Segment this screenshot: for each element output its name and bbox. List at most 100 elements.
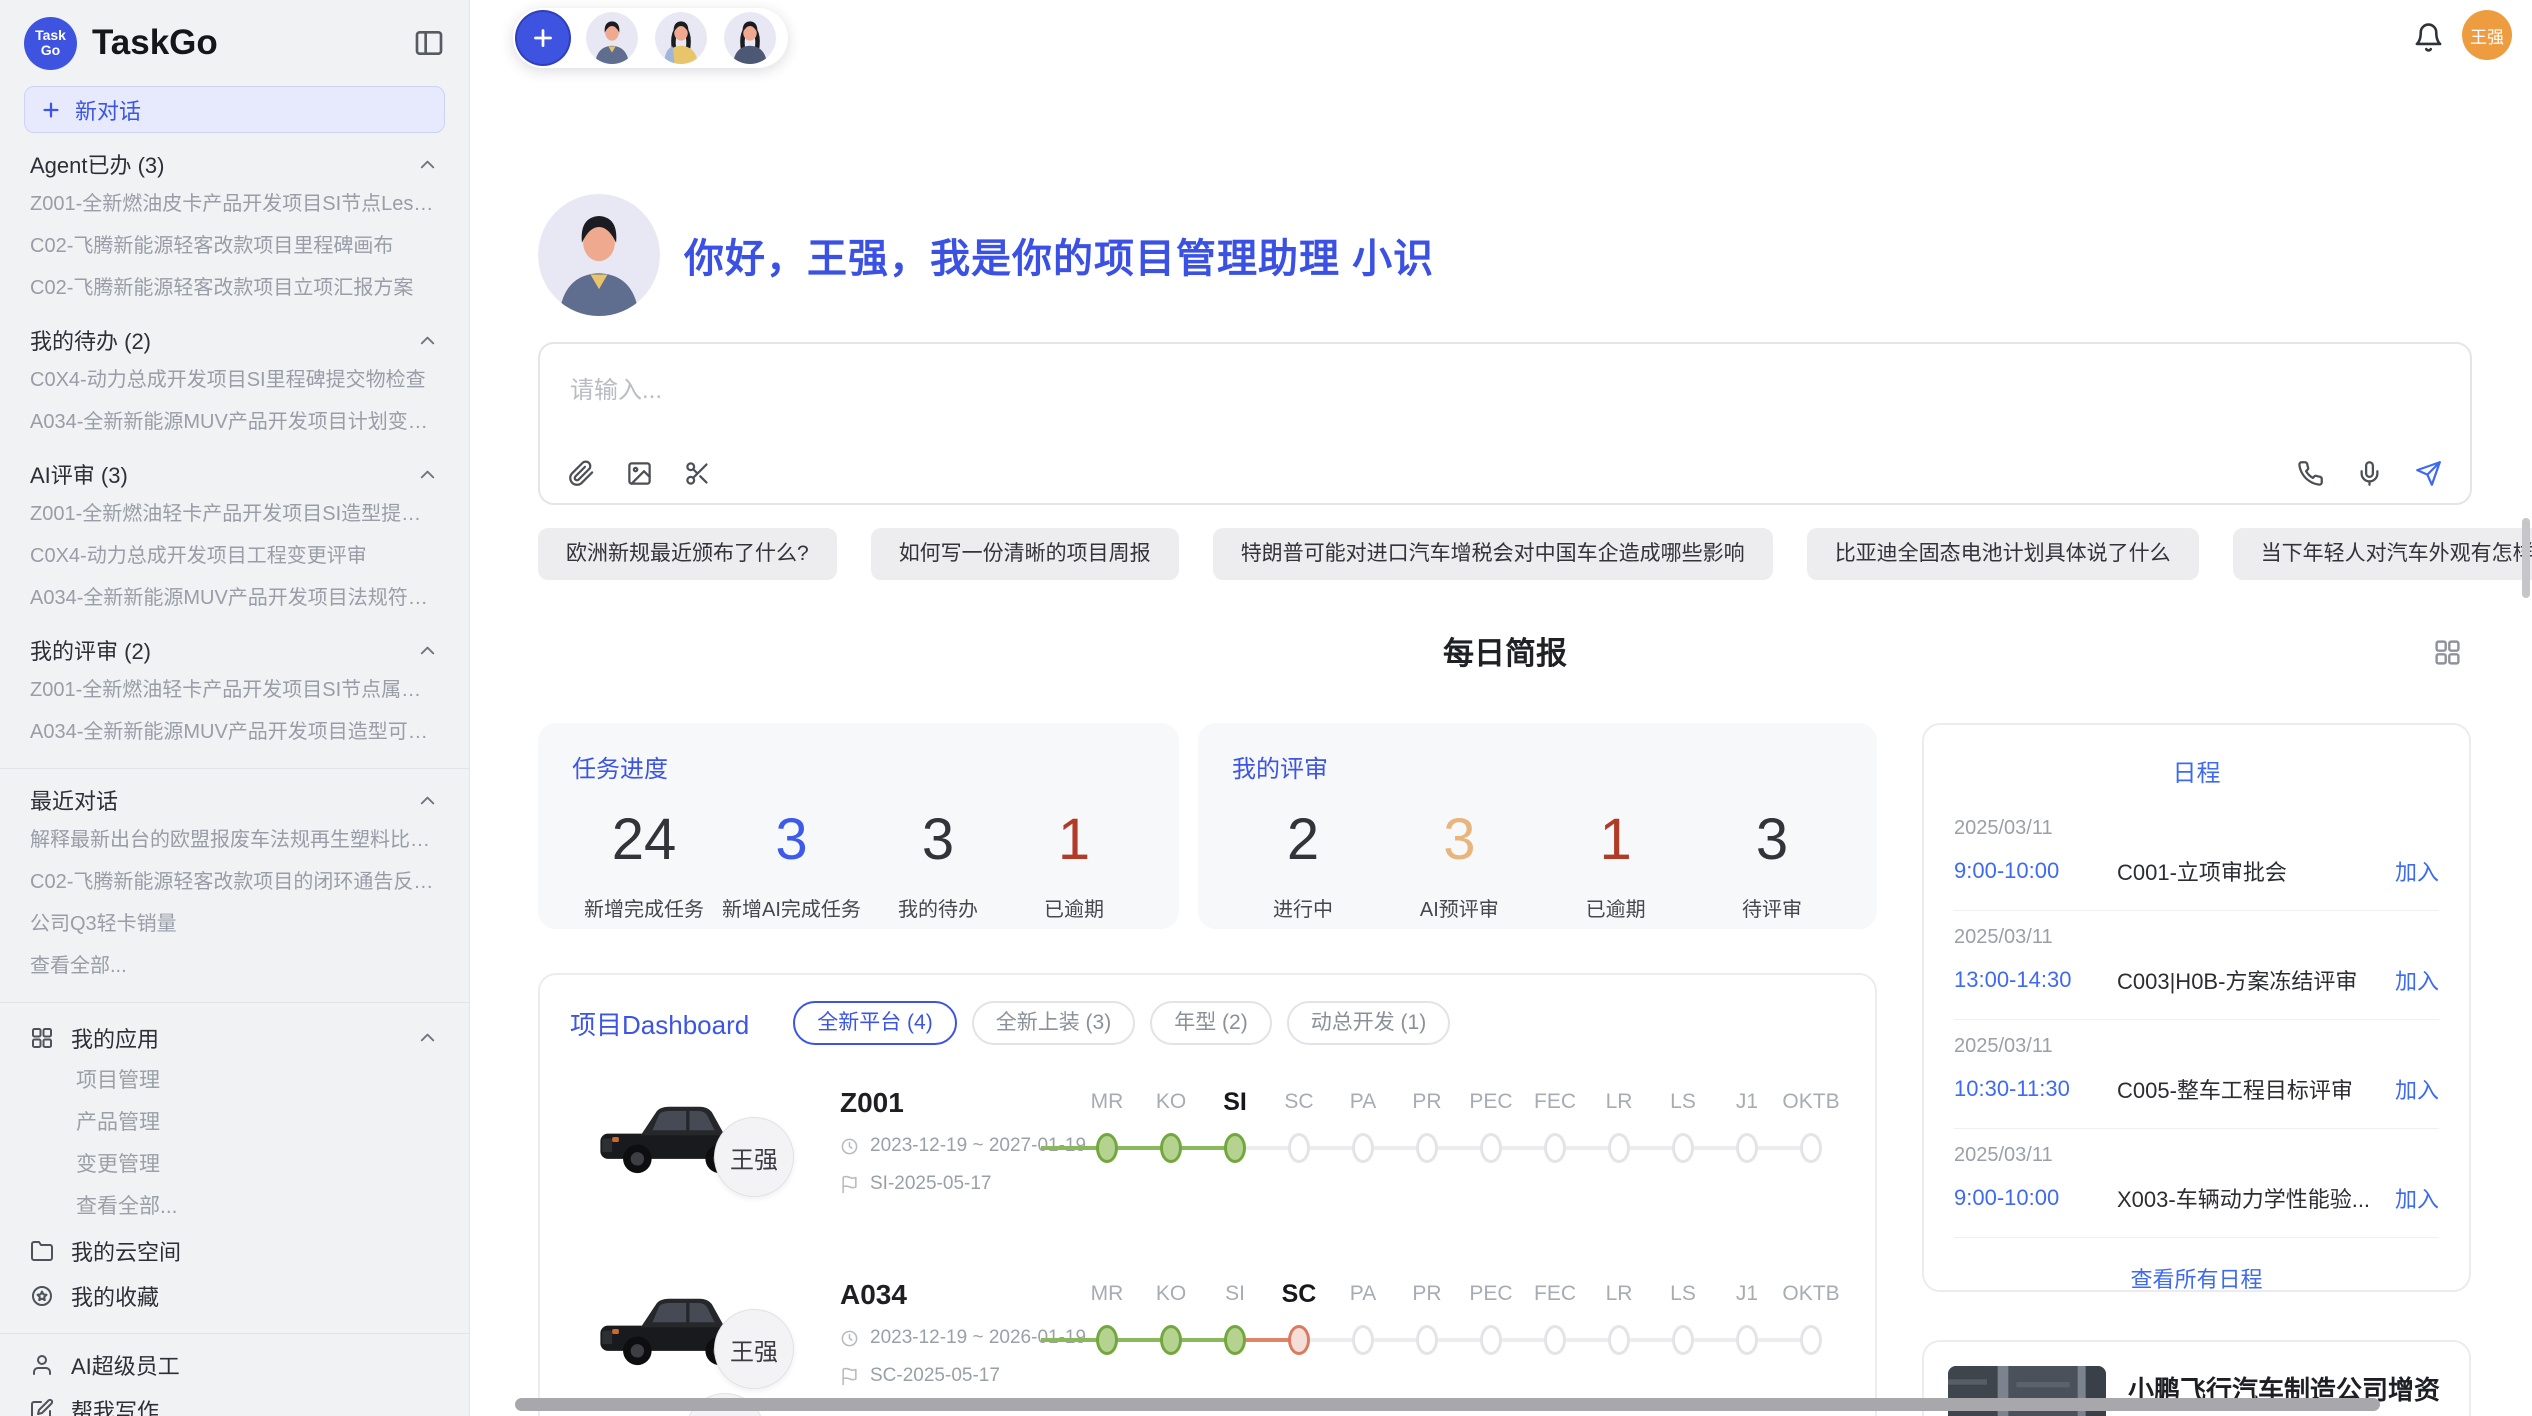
app-item[interactable]: 变更管理 (0, 1144, 469, 1186)
stat-value: 3 (1400, 806, 1518, 873)
my-apps-header[interactable]: 我的应用 (0, 1015, 469, 1060)
sidebar-section-header[interactable]: 我的待办 (2) (0, 321, 469, 359)
sidebar-item[interactable]: C02-飞腾新能源轻客改款项目立项汇报方案 (0, 267, 469, 309)
sidebar-section-header[interactable]: 我的评审 (2) (0, 631, 469, 669)
microphone-icon[interactable] (2356, 460, 2383, 487)
sidebar-item[interactable]: Z001-全新燃油皮卡产品开发项目SI节点Lesson Learn报告 (0, 183, 469, 225)
phone-icon[interactable] (2297, 460, 2324, 487)
milestone-label: KO (1139, 1277, 1203, 1311)
view-all-chats-link[interactable]: 查看全部... (0, 945, 469, 987)
milestone-label: J1 (1715, 1085, 1779, 1119)
filter-chip[interactable]: 动总开发 (1) (1287, 1001, 1451, 1045)
milestone-label: FEC (1523, 1085, 1587, 1119)
avatar[interactable] (586, 12, 638, 64)
filter-chip[interactable]: 全新上装 (3) (972, 1001, 1136, 1045)
avatar[interactable] (724, 12, 776, 64)
send-icon[interactable] (2415, 460, 2442, 487)
sidebar-item[interactable]: A034-全新新能源MUV产品开发项目法规符合性评审 (0, 577, 469, 619)
milestone-label: PR (1395, 1085, 1459, 1119)
link-label: 我的云空间 (71, 1235, 439, 1267)
milestone-label: SC (1267, 1085, 1331, 1119)
attachment-icon[interactable] (568, 460, 595, 487)
suggestion-chip[interactable]: 如何写一份清晰的项目周报 (871, 528, 1179, 580)
stat-value: 2 (1244, 806, 1362, 873)
chat-input[interactable] (540, 344, 2470, 436)
recent-chats-header[interactable]: 最近对话 (0, 781, 469, 819)
sidebar-link-我的云空间[interactable]: 我的云空间 (0, 1228, 469, 1273)
sidebar-link-我的收藏[interactable]: 我的收藏 (0, 1273, 469, 1318)
app-item[interactable]: 项目管理 (0, 1060, 469, 1102)
milestone-label: J1 (1715, 1277, 1779, 1311)
sidebar-item[interactable]: C02-飞腾新能源轻客改款项目里程碑画布 (0, 225, 469, 267)
sidebar-tool-AI超级员工[interactable]: AI超级员工 (0, 1342, 469, 1387)
grid-layout-icon[interactable] (2433, 638, 2462, 667)
app-item[interactable]: 产品管理 (0, 1102, 469, 1144)
user-avatar[interactable]: 王强 (2462, 10, 2512, 60)
vertical-scrollbar[interactable] (2522, 518, 2530, 598)
sidebar-section-header[interactable]: Agent已办 (3) (0, 145, 469, 183)
collection-icon (30, 1284, 54, 1308)
view-all-apps-link[interactable]: 查看全部... (0, 1186, 469, 1228)
sidebar-item[interactable]: A034-全新新能源MUV产品开发项目造型可行性评审 (0, 711, 469, 753)
suggestion-chip[interactable]: 欧洲新规最近颁布了什么? (538, 528, 837, 580)
project-info: A0342023-12-19 ~ 2026-01-19SC-2025-05-17 (840, 1277, 1075, 1416)
stat: 1已逾期 (1557, 806, 1675, 922)
suggestion-chips: 欧洲新规最近颁布了什么? 如何写一份清晰的项目周报特朗普可能对进口汽车增税会对中国… (538, 528, 2478, 580)
suggestion-chip[interactable]: 比亚迪全固态电池计划具体说了什么 (1807, 528, 2199, 580)
sidebar-item[interactable]: C0X4-动力总成开发项目SI里程碑提交物检查 (0, 359, 469, 401)
divider (0, 1333, 469, 1334)
briefing-card: 我的评审2进行中3AI预评审1已逾期3待评审 (1198, 723, 1877, 929)
sidebar-section: 我的待办 (2)C0X4-动力总成开发项目SI里程碑提交物检查A034-全新新能… (0, 321, 469, 443)
sidebar-item[interactable]: Z001-全新燃油轻卡产品开发项目SI造型提交物评审 (0, 493, 469, 535)
schedule-item[interactable]: 2025/03/1110:30-11:30C005-整车工程目标评审加入 (1954, 1020, 2439, 1129)
sidebar-tool-帮我写作[interactable]: 帮我写作 (0, 1387, 469, 1416)
stat-label: 新增完成任务 (584, 893, 704, 922)
filter-chip[interactable]: 全新平台 (4) (793, 1001, 957, 1045)
milestone-label: MR (1075, 1085, 1139, 1119)
schedule-item[interactable]: 2025/03/1113:00-14:30C003|H0B-方案冻结评审加入 (1954, 911, 2439, 1020)
milestone-label: PEC (1459, 1085, 1523, 1119)
recent-chat-item[interactable]: 解释最新出台的欧盟报废车法规再生塑料比例被调至15%... (0, 819, 469, 861)
stat-value: 24 (584, 806, 704, 873)
milestone: PR (1395, 1277, 1459, 1416)
milestone-label: SC (1267, 1277, 1331, 1311)
milestone-dot (1160, 1325, 1182, 1355)
sidebar-item[interactable]: A034-全新新能源MUV产品开发项目计划变更类编写 (0, 401, 469, 443)
recent-chat-item[interactable]: C02-飞腾新能源轻客改款项目的闭环通告反馈情况 (0, 861, 469, 903)
recent-chat-item[interactable]: 公司Q3轻卡销量 (0, 903, 469, 945)
tool-label: AI超级员工 (71, 1349, 439, 1381)
join-link[interactable]: 加入 (2395, 1182, 2439, 1214)
schedule-item[interactable]: 2025/03/119:00-10:00C001-立项审批会加入 (1954, 802, 2439, 911)
view-all-schedule-link[interactable]: 查看所有日程 (1954, 1262, 2439, 1294)
sidebar-item[interactable]: Z001-全新燃油轻卡产品开发项目SI节点属性5D文件评审 (0, 669, 469, 711)
join-link[interactable]: 加入 (2395, 1073, 2439, 1105)
tool-label: 帮我写作 (71, 1394, 439, 1416)
notification-bell-icon[interactable] (2413, 22, 2444, 53)
plus-icon (530, 25, 556, 51)
sidebar-collapse-icon[interactable] (413, 27, 445, 59)
milestone-label: MR (1075, 1277, 1139, 1311)
scissors-icon[interactable] (684, 460, 711, 487)
horizontal-scrollbar[interactable] (515, 1398, 2380, 1411)
schedule-item[interactable]: 2025/03/119:00-10:00X003-车辆动力学性能验...加入 (1954, 1129, 2439, 1238)
schedule-name: X003-车辆动力学性能验... (2117, 1182, 2395, 1214)
image-icon[interactable] (626, 460, 653, 487)
new-chat-button[interactable]: 新对话 (24, 86, 445, 133)
join-link[interactable]: 加入 (2395, 964, 2439, 996)
milestone-label: LS (1651, 1277, 1715, 1311)
milestone-dot (1672, 1133, 1694, 1163)
suggestion-chip[interactable]: 特朗普可能对进口汽车增税会对中国车企造成哪些影响 (1213, 528, 1773, 580)
logo-text-top: Task (35, 28, 66, 43)
schedule-time: 9:00-10:00 (1954, 858, 2117, 884)
suggestion-chip[interactable]: 当下年轻人对汽车外观有怎样的喜好趋势 (2233, 528, 2532, 580)
ai-staff-icon (30, 1353, 54, 1377)
flag-icon (840, 1175, 859, 1194)
avatar[interactable] (655, 12, 707, 64)
join-link[interactable]: 加入 (2395, 855, 2439, 887)
add-session-button[interactable] (517, 12, 569, 64)
sidebar-item[interactable]: C0X4-动力总成开发项目工程变更评审 (0, 535, 469, 577)
sidebar-section: Agent已办 (3)Z001-全新燃油皮卡产品开发项目SI节点Lesson L… (0, 145, 469, 309)
milestone-track: MRKOSISCPAPRPECFECLRLSJ1OKTB (1075, 1277, 1845, 1416)
sidebar-section-header[interactable]: AI评审 (3) (0, 455, 469, 493)
filter-chip[interactable]: 年型 (2) (1150, 1001, 1272, 1045)
